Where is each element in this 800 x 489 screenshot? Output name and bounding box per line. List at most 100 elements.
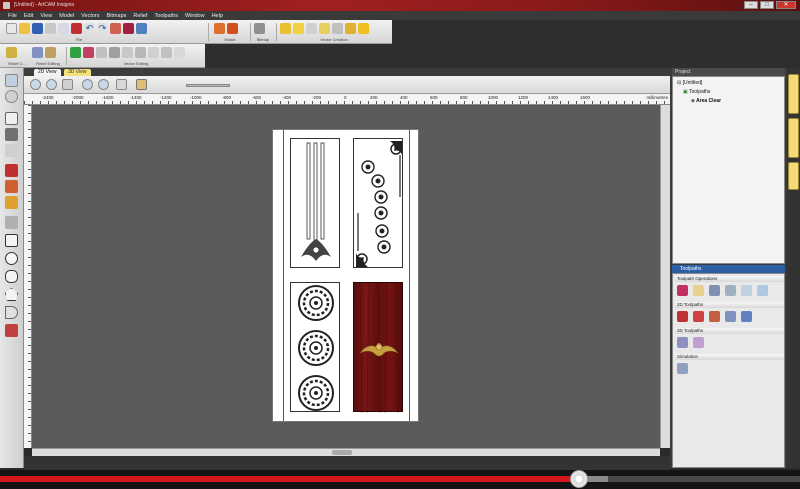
menu-view[interactable]: View — [40, 13, 52, 19]
progress-scrubber-handle[interactable] — [570, 470, 589, 488]
menu-vectors[interactable]: Vectors — [81, 13, 99, 19]
menu-model[interactable]: Model — [59, 13, 74, 19]
z-level-roughing-icon[interactable] — [693, 337, 704, 348]
vector-node-icon[interactable] — [332, 23, 343, 34]
brush-icon[interactable] — [5, 196, 18, 209]
ellipse-icon[interactable] — [5, 270, 18, 283]
profile-toolpath-icon[interactable] — [677, 311, 688, 322]
area-clearance-icon[interactable] — [693, 311, 704, 322]
zoom-slider[interactable] — [186, 84, 230, 87]
toolpath-drill-icon[interactable] — [725, 285, 736, 296]
vector-line-icon[interactable] — [306, 23, 317, 34]
toolpath-material-icon[interactable] — [741, 285, 752, 296]
new-file-icon[interactable] — [6, 23, 17, 34]
globe-icon[interactable] — [5, 90, 18, 103]
relief-operation-icon[interactable] — [6, 47, 17, 58]
video-progress-bar[interactable] — [0, 470, 800, 489]
door-design[interactable] — [272, 129, 419, 422]
fill-icon[interactable] — [5, 180, 18, 193]
menu-edit[interactable]: Edit — [24, 13, 33, 19]
vector-fillet-icon[interactable] — [174, 47, 185, 58]
vector-align-icon[interactable] — [148, 47, 159, 58]
menu-window[interactable]: Window — [185, 13, 205, 19]
vector-trim-icon[interactable] — [109, 47, 120, 58]
pan-icon[interactable] — [116, 79, 127, 90]
maximize-button[interactable]: □ — [760, 1, 774, 9]
2d-toolpaths-header[interactable]: 2D Toolpaths — [675, 302, 784, 308]
vector-weld-icon[interactable] — [161, 47, 172, 58]
toggle-shading-icon[interactable] — [136, 79, 147, 90]
zoom-fit-icon[interactable] — [62, 79, 73, 90]
pencil-icon[interactable] — [5, 164, 18, 177]
circle-icon[interactable] — [5, 252, 18, 265]
vector-star-icon[interactable] — [358, 23, 369, 34]
vector-offset-icon[interactable] — [122, 47, 133, 58]
side-tab-project[interactable] — [788, 74, 799, 114]
select-arrow-icon[interactable] — [5, 112, 18, 125]
menu-relief[interactable]: Relief — [133, 13, 147, 19]
open-folder-icon[interactable] — [19, 23, 30, 34]
door-panel-bottom-left[interactable] — [290, 282, 340, 412]
vector-text-icon[interactable] — [345, 23, 356, 34]
home-view-icon[interactable] — [5, 74, 18, 87]
bezier-icon[interactable] — [5, 216, 18, 229]
zoom-in-icon[interactable] — [30, 79, 41, 90]
node-edit-icon[interactable] — [5, 128, 18, 141]
toolpath-icon[interactable] — [123, 23, 134, 34]
vector-create-icon[interactable] — [280, 23, 291, 34]
scrollbar-thumb[interactable] — [332, 450, 352, 455]
side-tab-toolpaths[interactable] — [788, 118, 799, 158]
undo-icon[interactable]: ↶ — [84, 23, 95, 34]
arc-icon[interactable] — [5, 306, 18, 319]
save-icon[interactable] — [32, 23, 43, 34]
tab-2d-view[interactable]: 2D View — [34, 69, 61, 76]
edit-icon[interactable] — [110, 23, 121, 34]
rectangle-icon[interactable] — [5, 234, 18, 247]
vector-shape-icon[interactable] — [319, 23, 330, 34]
cut-icon[interactable] — [45, 23, 56, 34]
redo-icon[interactable]: ↷ — [97, 23, 108, 34]
vbit-carving-icon[interactable] — [709, 311, 720, 322]
horizontal-scrollbar[interactable] — [32, 448, 660, 456]
menu-file[interactable]: File — [8, 13, 17, 19]
door-panel-top-left[interactable] — [290, 138, 340, 268]
vector-group-icon[interactable] — [70, 47, 81, 58]
model-resolution-icon[interactable] — [227, 23, 238, 34]
vector-ungroup-icon[interactable] — [83, 47, 94, 58]
minimize-button[interactable]: – — [744, 1, 758, 9]
relief-edit-icon[interactable] — [32, 47, 43, 58]
toolpath-sheet-icon[interactable] — [693, 285, 704, 296]
vector-pen-icon[interactable] — [293, 23, 304, 34]
menu-toolpaths[interactable]: Toolpaths — [154, 13, 178, 19]
door-panel-top-right[interactable] — [353, 138, 403, 268]
menu-bitmaps[interactable]: Bitmaps — [107, 13, 127, 19]
toolpath-operations-header[interactable]: Toolpath Operations — [675, 276, 784, 282]
machine-relief-icon[interactable] — [677, 337, 688, 348]
zoom-previous-icon[interactable] — [98, 79, 109, 90]
polygon-icon[interactable] — [5, 288, 18, 301]
paste-icon[interactable] — [71, 23, 82, 34]
vertical-scrollbar[interactable] — [660, 105, 670, 448]
toolpath-op-icon[interactable] — [677, 285, 688, 296]
toolpath-save-icon[interactable] — [757, 285, 768, 296]
model-size-icon[interactable] — [214, 23, 225, 34]
copy-icon[interactable] — [58, 23, 69, 34]
door-panel-bottom-right-wood[interactable] — [353, 282, 403, 414]
3d-toolpaths-header[interactable]: 3D Toolpaths — [675, 328, 784, 334]
tree-item-area-clear[interactable]: ◈ Area Clear — [691, 98, 721, 104]
tree-item-root[interactable]: ⊟ [Untitled] — [677, 80, 702, 86]
tree-item-toolpaths[interactable]: ▣ Toolpaths — [683, 89, 710, 95]
zoom-box-icon[interactable] — [82, 79, 93, 90]
toolpath-tool-icon[interactable] — [709, 285, 720, 296]
vector-join-icon[interactable] — [96, 47, 107, 58]
transform-icon[interactable] — [5, 144, 18, 157]
simulate-toolpath-icon[interactable] — [677, 363, 688, 374]
drilling-icon[interactable] — [725, 311, 736, 322]
menu-help[interactable]: Help — [212, 13, 223, 19]
relief-sculpt-icon[interactable] — [45, 47, 56, 58]
side-tab-tutorials[interactable] — [788, 162, 799, 190]
tab-3d-view[interactable]: 3D View — [64, 69, 91, 76]
bitmap-tool-icon[interactable] — [254, 23, 265, 34]
zoom-out-icon[interactable] — [46, 79, 57, 90]
engraving-icon[interactable] — [741, 311, 752, 322]
